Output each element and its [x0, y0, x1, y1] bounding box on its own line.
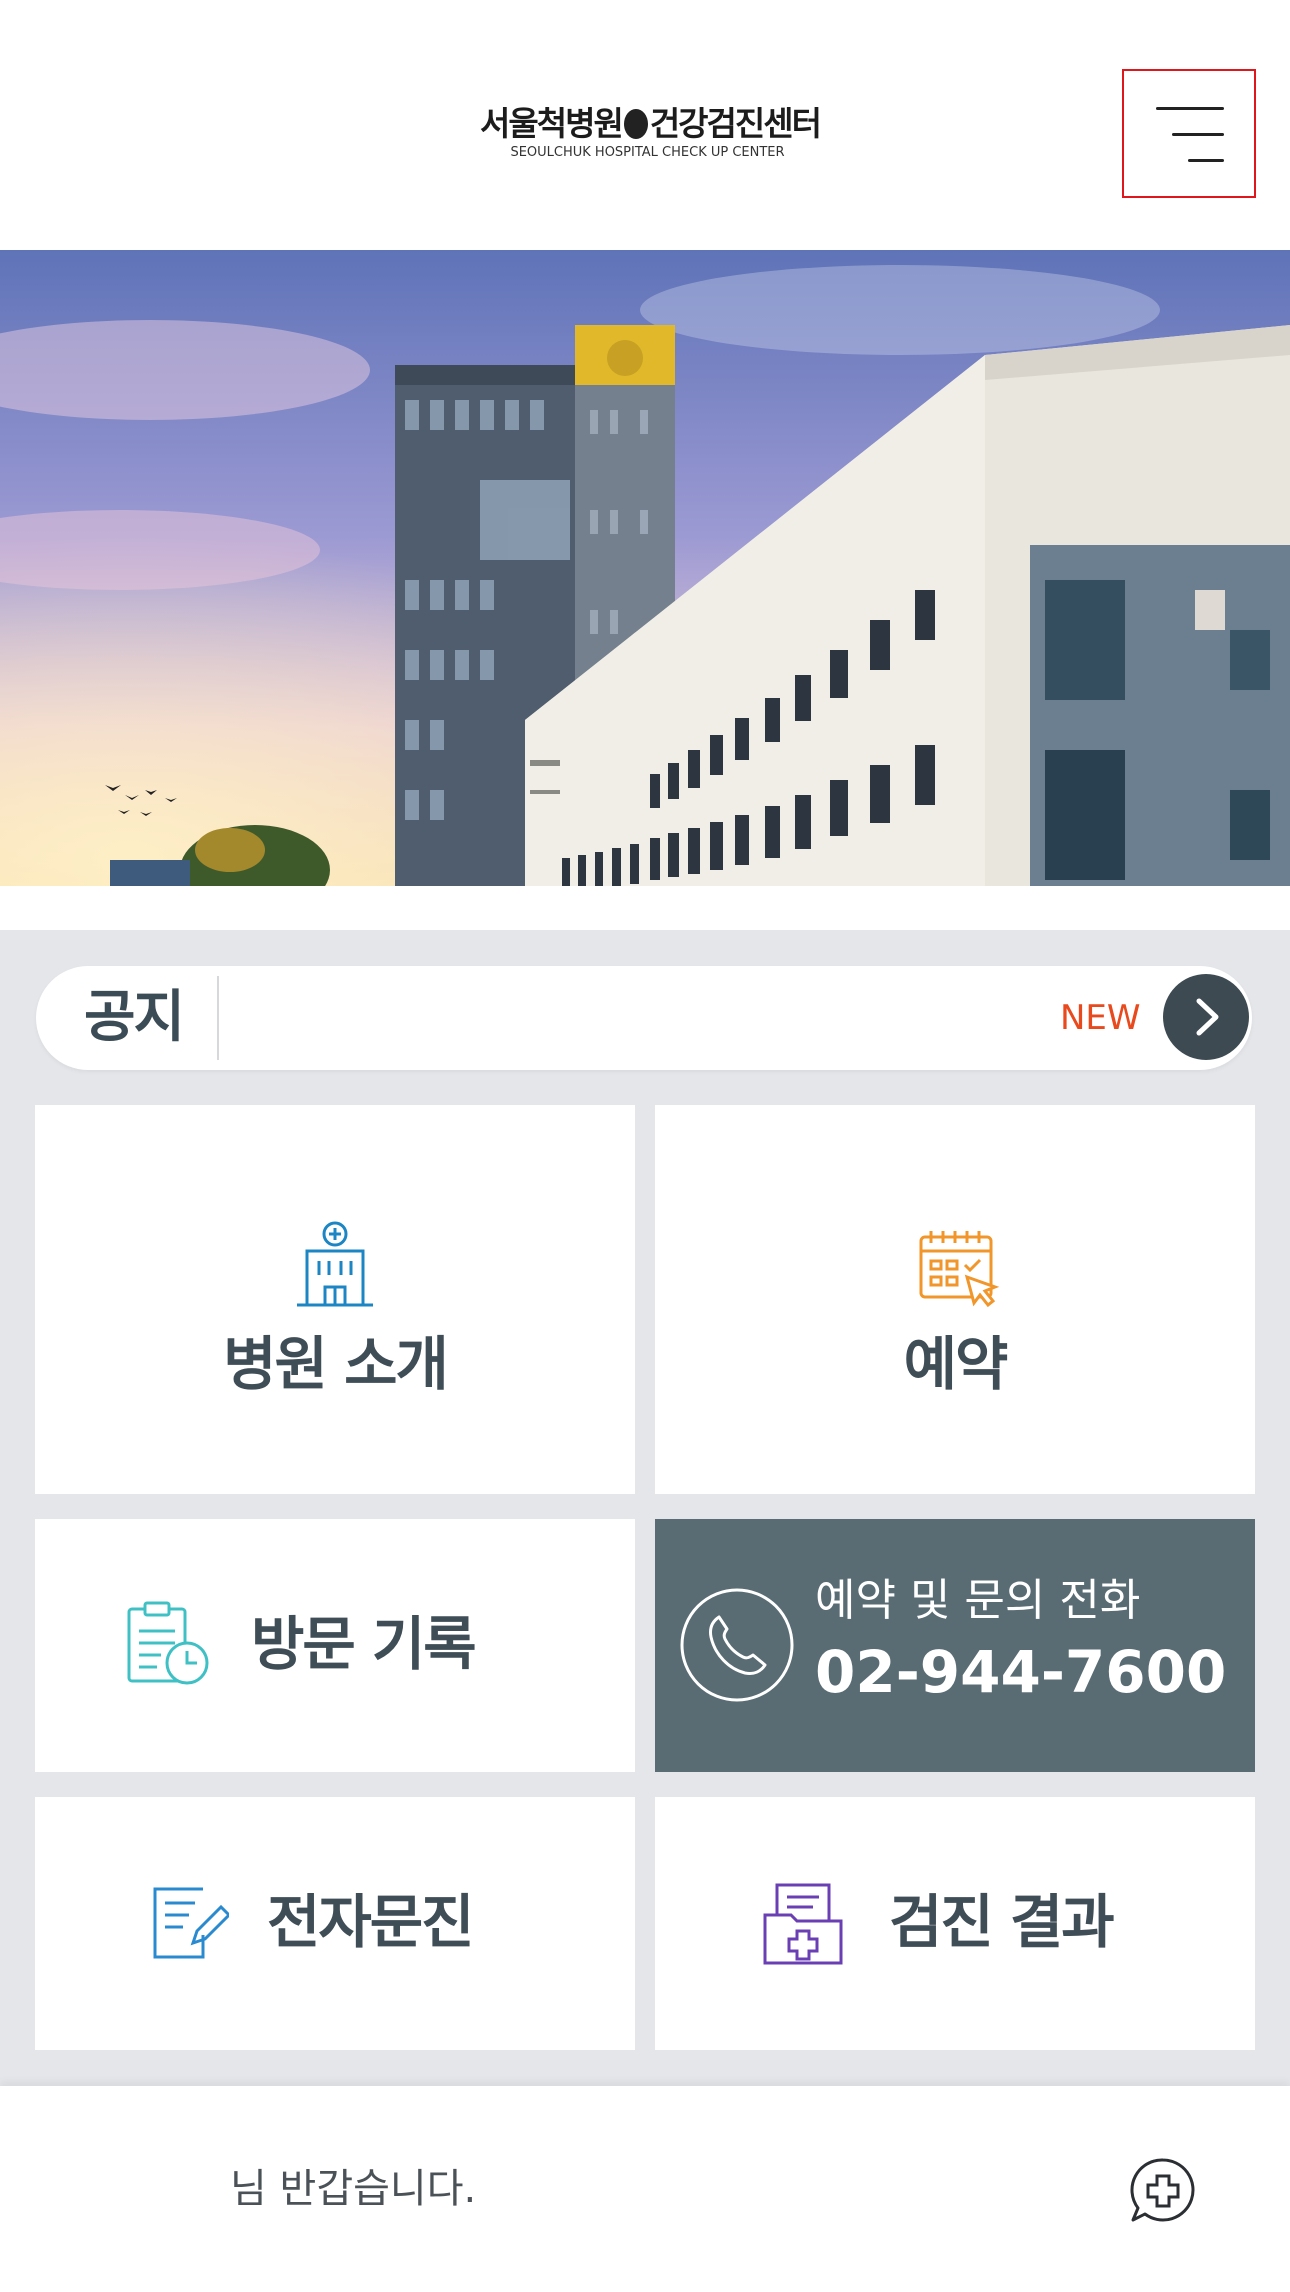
header: 서울척병원 건강검진센터 SEOULCHUK HOSPITAL CHECK UP … [0, 0, 1290, 250]
checkup-result-label: 검진 결과 [889, 1888, 1115, 1956]
hamburger-menu-icon [1156, 107, 1224, 110]
logo-emblem-icon [623, 108, 648, 139]
clipboard-clock-icon [127, 1601, 209, 1685]
logo[interactable]: 서울척병원 건강검진센터 SEOULCHUK HOSPITAL CHECK UP … [480, 104, 822, 166]
hospital-building-icon [297, 1221, 373, 1307]
footer-bar: 님 반갑습니다. [0, 2086, 1290, 2292]
chat-cross-icon [1130, 2158, 1195, 2222]
reservation-tile[interactable]: 예약 [655, 1105, 1255, 1494]
chevron-right-icon [1196, 998, 1219, 1036]
notice-arrow-button[interactable] [1163, 974, 1249, 1060]
notice-label: 공지 [84, 985, 185, 1050]
calendar-click-icon [919, 1231, 1000, 1308]
new-badge: NEW [1060, 998, 1141, 1038]
phone-number[interactable]: 02-944-7600 [815, 1637, 1226, 1707]
logo-subtitle: SEOULCHUK HOSPITAL CHECK UP CENTER [510, 145, 785, 160]
reservation-label: 예약 [903, 1330, 1009, 1398]
hospital-intro-label: 병원 소개 [223, 1330, 449, 1398]
notice-divider [217, 976, 219, 1060]
medical-folder-icon [763, 1883, 843, 1965]
visit-record-label: 방문 기록 [251, 1610, 477, 1678]
greeting-text: 님 반갑습니다. [230, 2166, 477, 2212]
checkup-result-tile[interactable]: 검진 결과 [655, 1797, 1255, 2050]
menu-button[interactable] [1122, 69, 1256, 198]
e-questionnaire-tile[interactable]: 전자문진 [35, 1797, 635, 2050]
hospital-intro-tile[interactable]: 병원 소개 [35, 1105, 635, 1494]
phone-title: 예약 및 문의 전화 [815, 1575, 1141, 1626]
logo-title: 서울척병원 건강검진센터 [480, 104, 822, 143]
phone-inquiry-tile[interactable]: 예약 및 문의 전화 02-944-7600 [655, 1519, 1255, 1772]
document-pen-icon [153, 1887, 229, 1959]
phone-icon [680, 1588, 794, 1702]
hero-banner-image [0, 250, 1290, 886]
notice-bar[interactable]: 공지 NEW [36, 966, 1252, 1070]
e-questionnaire-label: 전자문진 [267, 1888, 474, 1956]
chat-button[interactable] [1128, 2156, 1198, 2226]
visit-record-tile[interactable]: 방문 기록 [35, 1519, 635, 1772]
